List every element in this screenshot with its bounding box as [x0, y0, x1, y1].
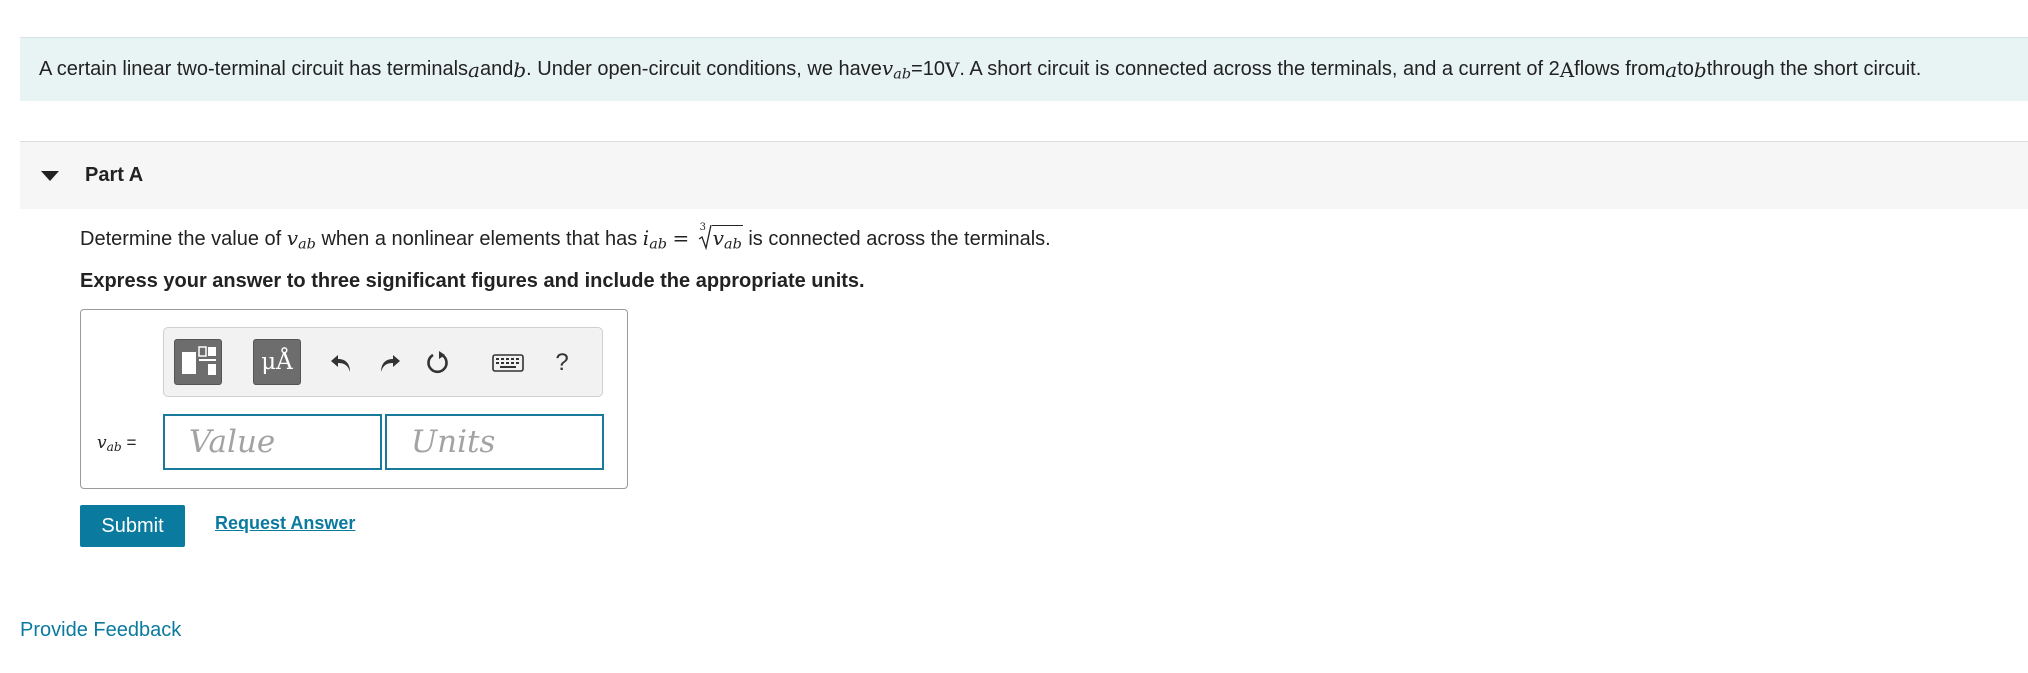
answer-variable-label: vab =	[97, 433, 137, 455]
intro-text-4: =10	[911, 58, 945, 80]
reset-icon[interactable]	[421, 346, 455, 380]
terminal-b-2: b	[1693, 57, 1707, 82]
intro-text-7: to	[1677, 58, 1694, 80]
equals-sign: =	[672, 226, 696, 250]
problem-statement: A certain linear two-terminal circuit ha…	[20, 37, 2028, 101]
intro-text-6: flows from	[1574, 58, 1666, 80]
units-button[interactable]: μÅ	[253, 339, 301, 385]
redo-icon[interactable]	[373, 346, 407, 380]
terminal-b: b	[513, 57, 527, 82]
intro-text-5: . A short circuit is connected across th…	[959, 58, 1560, 80]
intro-text-8: through the short circuit.	[1706, 58, 1922, 80]
templates-button[interactable]	[174, 339, 222, 385]
answer-box: μÅ ? vab =	[80, 309, 628, 489]
intro-text-2: and	[479, 58, 514, 80]
math-toolbar: μÅ ?	[163, 327, 603, 397]
templates-icon	[182, 346, 216, 375]
units-input[interactable]	[385, 414, 604, 470]
provide-feedback-link[interactable]: Provide Feedback	[20, 619, 181, 642]
terminal-a-2: a	[1665, 57, 1678, 82]
keyboard-icon[interactable]	[491, 346, 525, 380]
var-i-ab: iab	[642, 226, 667, 253]
part-title: Part A	[85, 164, 144, 186]
question-text-1: Determine the value of	[80, 228, 287, 250]
instruction-text: Express your answer to three significant…	[80, 270, 865, 292]
radical-sign-icon	[698, 224, 712, 250]
terminal-a: a	[468, 57, 480, 82]
intro-text-3: . Under open-circuit conditions, we have	[526, 58, 882, 80]
unit-amps: A	[1559, 57, 1575, 82]
question-text: Determine the value of vab when a nonlin…	[80, 222, 1051, 253]
caret-down-icon[interactable]	[41, 170, 59, 181]
help-icon[interactable]: ?	[545, 346, 579, 380]
value-input[interactable]	[163, 414, 382, 470]
intro-text-1: A certain linear two-terminal circuit ha…	[39, 58, 469, 80]
undo-icon[interactable]	[324, 346, 358, 380]
question-text-2: when a nonlinear elements that has	[321, 228, 643, 250]
unit-volts: V	[944, 57, 960, 82]
submit-button[interactable]: Submit	[80, 505, 185, 547]
var-v-ab: vab	[286, 226, 316, 253]
question-text-3: is connected across the terminals.	[748, 228, 1051, 250]
cube-root-expression: 3 vab	[698, 222, 743, 253]
request-answer-link[interactable]: Request Answer	[215, 513, 355, 534]
var-v: vab	[881, 56, 912, 83]
part-a-header[interactable]: Part A	[20, 141, 2028, 209]
